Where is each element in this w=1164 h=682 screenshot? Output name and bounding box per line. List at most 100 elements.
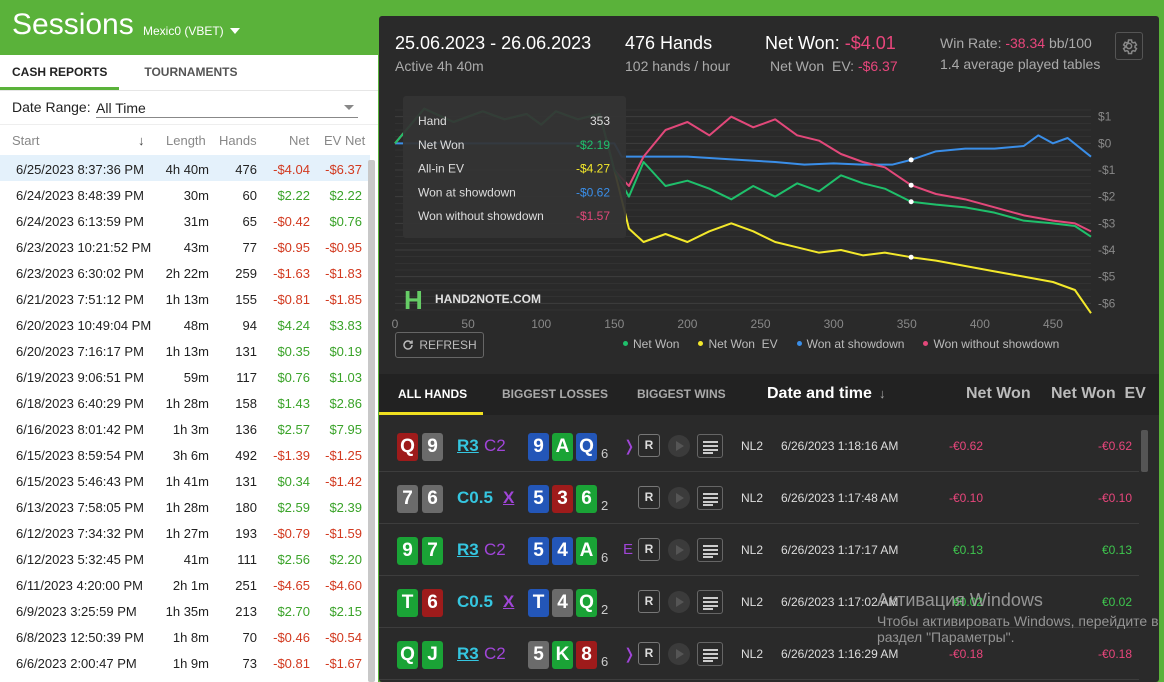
session-row[interactable]: 6/20/2023 10:49:04 PM 48m 94 $4.24 $3.83 — [0, 311, 370, 337]
session-row[interactable]: 6/8/2023 12:50:39 PM 1h 8m 70 -$0.46 -$0.54 — [0, 623, 370, 649]
tooltip-value: -$2.19 — [576, 138, 610, 152]
replay-button[interactable]: R — [638, 642, 660, 665]
tab-all-hands[interactable]: ALL HANDS — [398, 387, 467, 401]
session-row[interactable]: 6/18/2023 6:40:29 PM 1h 28m 158 $1.43 $2.86 — [0, 389, 370, 415]
account-selector[interactable]: Mexic0 (VBET) — [143, 24, 240, 38]
session-row[interactable]: 6/24/2023 8:48:39 PM 30m 60 $2.22 $2.22 — [0, 181, 370, 207]
legend-dot-icon — [923, 341, 929, 346]
x-tick-label: 0 — [392, 317, 399, 331]
play-icon[interactable] — [668, 539, 690, 561]
hands-scrollbar[interactable] — [1141, 430, 1148, 472]
session-length: 1h 3m — [172, 422, 209, 437]
sort-arrow-icon[interactable]: ↓ — [879, 386, 886, 401]
chart-tooltip: Hand 353 Net Won -$2.19 All-in EV -$4.27 Won a… — [403, 96, 626, 238]
y-tick-label: -$6 — [1098, 296, 1116, 310]
session-start: 6/19/2023 9:06:51 PM — [16, 370, 144, 385]
preflop-action[interactable]: R3 — [457, 540, 479, 560]
col-ev-net[interactable]: EV Net — [324, 133, 365, 148]
tab-biggest-wins[interactable]: BIGGEST WINS — [637, 387, 726, 401]
session-length: 3h 6m — [172, 448, 209, 463]
session-row[interactable]: 6/20/2023 7:16:17 PM 1h 13m 131 $0.35 $0.19 — [0, 337, 370, 363]
session-ev-net: -$1.42 — [325, 474, 362, 489]
session-row[interactable]: 6/13/2023 7:58:05 PM 1h 28m 180 $2.59 $2.39 — [0, 493, 370, 519]
session-row[interactable]: 6/21/2023 7:51:12 PM 1h 13m 155 -$0.81 -$1.8… — [0, 285, 370, 311]
notes-icon[interactable] — [697, 434, 723, 458]
session-row[interactable]: 6/16/2023 8:01:42 PM 1h 3m 136 $2.57 $7.95 — [0, 415, 370, 441]
replay-button[interactable]: R — [638, 590, 660, 613]
session-length: 2h 1m — [172, 578, 209, 593]
hole-card: Q — [397, 433, 418, 461]
legend-won-at-showdown[interactable]: Won at showdown — [796, 337, 904, 351]
hand-row[interactable]: 9 7 R3 C2 5 4 A 6 E R NL2 6/26/2023 1:17:17 AM €0.13… — [379, 524, 1139, 576]
legend-net-won[interactable]: Net Won — [623, 337, 679, 351]
legend-dot-icon — [623, 341, 628, 346]
play-icon[interactable] — [668, 591, 690, 613]
preflop-action[interactable]: R3 — [457, 644, 479, 664]
replay-button[interactable]: R — [638, 434, 660, 457]
play-icon[interactable] — [668, 487, 690, 509]
tab-cash-reports[interactable]: CASH REPORTS — [0, 55, 120, 90]
hand-row[interactable]: Q 9 R3 C2 9 A Q 6 ❭ R NL2 6/26/2023 1:18:16 AM -€0.6… — [379, 420, 1139, 472]
play-icon[interactable] — [668, 643, 690, 665]
notes-icon[interactable] — [697, 590, 723, 614]
x-tick-label: 50 — [461, 317, 475, 331]
tab-biggest-losses[interactable]: BIGGEST LOSSES — [502, 387, 608, 401]
sort-arrow-icon[interactable]: ↓ — [138, 133, 145, 148]
preflop-action[interactable]: R3 — [457, 436, 479, 456]
replay-button[interactable]: R — [638, 538, 660, 561]
notes-icon[interactable] — [697, 486, 723, 510]
session-row[interactable]: 6/12/2023 5:32:45 PM 41m 111 $2.56 $2.20 — [0, 545, 370, 571]
replay-button[interactable]: R — [638, 486, 660, 509]
hand-row[interactable]: T 6 C0.5 X T 4 Q 2 R NL2 6/26/2023 1:17:02 AM €0.02… — [379, 576, 1139, 628]
session-length: 59m — [183, 370, 209, 385]
play-icon[interactable] — [668, 435, 690, 457]
refresh-button[interactable]: REFRESH — [395, 332, 484, 358]
hand-row[interactable]: 7 6 C0.5 X 5 3 6 2 R NL2 6/26/2023 1:17:48 AM -€0.1… — [379, 472, 1139, 524]
session-row[interactable]: 6/15/2023 5:46:43 PM 1h 41m 131 $0.34 -$1.42 — [0, 467, 370, 493]
legend-net-won-ev[interactable]: Net Won EV — [698, 337, 778, 351]
preflop-action[interactable]: X — [503, 592, 514, 612]
col-net[interactable]: Net — [289, 133, 309, 148]
session-row[interactable]: 6/25/2023 8:37:36 PM 4h 40m 476 -$4.04 -$6.3… — [0, 155, 370, 181]
chevron-down-icon[interactable] — [344, 105, 354, 110]
legend-won-without-showdown[interactable]: Won without showdown — [923, 337, 1059, 351]
board-card: 8 — [576, 641, 597, 669]
session-row[interactable]: 6/24/2023 6:13:59 PM 31m 65 -$0.42 $0.76 — [0, 207, 370, 233]
preflop-action[interactable]: X — [503, 488, 514, 508]
col-length[interactable]: Length — [166, 133, 206, 148]
col-hands[interactable]: Hands — [219, 133, 257, 148]
col-start[interactable]: Start — [12, 133, 39, 148]
col-net-won[interactable]: Net Won — [966, 385, 1031, 403]
session-start: 6/23/2023 10:21:52 PM — [16, 240, 152, 255]
street-indicator-icon: ❭ — [623, 646, 636, 663]
session-ev-net: -$1.83 — [325, 266, 362, 281]
report-tabs: CASH REPORTS TOURNAMENTS — [0, 55, 378, 91]
session-row[interactable]: 6/15/2023 8:59:54 PM 3h 6m 492 -$1.39 -$1.25 — [0, 441, 370, 467]
session-hands: 73 — [242, 656, 257, 671]
col-net-won-ev[interactable]: Net Won EV — [1051, 385, 1146, 403]
session-row[interactable]: 6/19/2023 9:06:51 PM 59m 117 $0.76 $1.03 — [0, 363, 370, 389]
session-row[interactable]: 6/9/2023 3:25:59 PM 1h 35m 213 $2.70 $2.15 — [0, 597, 370, 623]
account-name: Mexic0 (VBET) — [143, 24, 224, 38]
hand-row[interactable]: Q J R3 C2 5 K 8 6 ❭ R NL2 6/26/2023 1:16:29 AM -€0.1… — [379, 628, 1139, 680]
hole-card: Q — [397, 641, 418, 669]
session-ev-net: -$1.25 — [325, 448, 362, 463]
session-row[interactable]: 6/6/2023 2:00:47 PM 1h 9m 73 -$0.81 -$1.67 — [0, 649, 370, 675]
date-range-select[interactable]: All Time — [96, 100, 358, 118]
tab-tournaments[interactable]: TOURNAMENTS — [132, 55, 249, 90]
col-date-and-time[interactable]: Date and time — [767, 385, 872, 403]
notes-icon[interactable] — [697, 642, 723, 666]
legend-won-without-showdown-label: Won without showdown — [933, 337, 1060, 351]
x-tick-label: 350 — [897, 317, 917, 331]
preflop-action: C2 — [484, 644, 506, 663]
settings-button[interactable] — [1115, 32, 1143, 60]
hand-net-won: €0.02 — [952, 595, 983, 609]
sessions-scrollbar[interactable] — [368, 160, 375, 682]
session-start: 6/24/2023 6:13:59 PM — [16, 214, 144, 229]
session-row[interactable]: 6/23/2023 6:30:02 PM 2h 22m 259 -$1.63 -$1.8… — [0, 259, 370, 285]
session-row[interactable]: 6/23/2023 10:21:52 PM 43m 77 -$0.95 -$0.95 — [0, 233, 370, 259]
notes-icon[interactable] — [697, 538, 723, 562]
session-ev-net: $2.86 — [329, 396, 362, 411]
session-row[interactable]: 6/12/2023 7:34:32 PM 1h 27m 193 -$0.79 -$1.5… — [0, 519, 370, 545]
session-row[interactable]: 6/11/2023 4:20:00 PM 2h 1m 251 -$4.65 -$4.60 — [0, 571, 370, 597]
